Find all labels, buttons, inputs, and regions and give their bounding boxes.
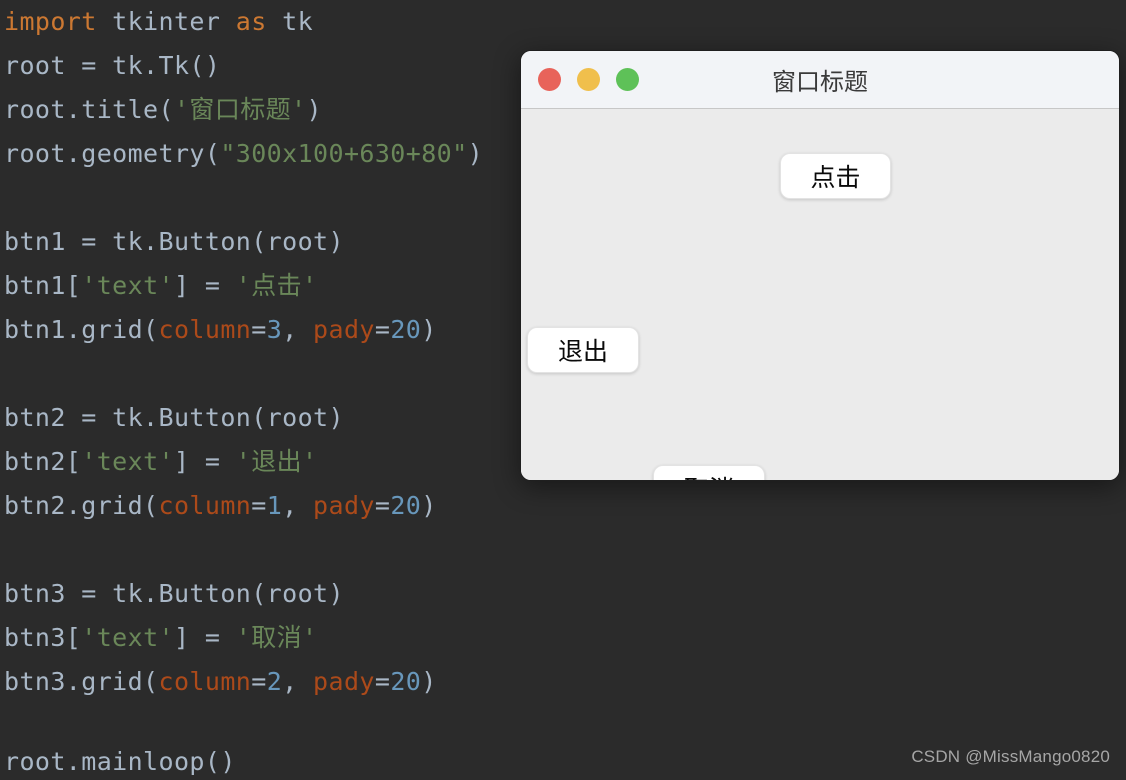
code-token: pady xyxy=(313,315,375,344)
code-token: btn2[ xyxy=(4,447,82,476)
code-token: ) xyxy=(306,95,322,124)
code-token: btn3 = tk.Button(root) xyxy=(4,579,344,608)
code-token: 3 xyxy=(266,315,283,344)
code-token: , xyxy=(282,491,314,520)
code-token: , xyxy=(282,315,314,344)
code-line: btn2['text'] = '退出' xyxy=(4,440,318,484)
code-line: btn1['text'] = '点击' xyxy=(4,264,318,308)
code-line: root.geometry("300x100+630+80") xyxy=(4,132,483,176)
code-token: root.title( xyxy=(4,95,174,124)
code-token: 1 xyxy=(266,491,283,520)
code-token: 'text' xyxy=(81,447,174,476)
code-token: '取消' xyxy=(235,623,318,652)
code-token: pady xyxy=(313,491,375,520)
click-button[interactable]: 点击 xyxy=(780,153,891,199)
minimize-button[interactable] xyxy=(577,68,600,91)
code-line: btn1 = tk.Button(root) xyxy=(4,220,344,264)
code-token: 20 xyxy=(390,491,422,520)
code-line: root.title('窗口标题') xyxy=(4,88,322,132)
code-line: btn2 = tk.Button(root) xyxy=(4,396,344,440)
code-line: btn2.grid(column=1, pady=20) xyxy=(4,484,437,528)
code-token: ] = xyxy=(173,623,236,652)
code-token: , xyxy=(282,667,314,696)
code-token: root = tk.Tk() xyxy=(4,51,221,80)
cancel-button[interactable]: 取消 xyxy=(653,465,765,480)
code-token: as xyxy=(235,7,267,36)
code-token: btn1[ xyxy=(4,271,82,300)
code-token: 20 xyxy=(390,315,422,344)
code-token: 'text' xyxy=(81,623,174,652)
traffic-light-group xyxy=(538,68,639,91)
code-token: '点击' xyxy=(235,271,318,300)
code-token: = xyxy=(251,491,267,520)
code-token: = xyxy=(374,491,391,520)
csdn-watermark: CSDN @MissMango0820 xyxy=(911,747,1110,766)
code-token: root.mainloop() xyxy=(4,747,236,776)
code-token: btn1.grid( xyxy=(4,315,159,344)
code-line: root.mainloop() xyxy=(4,740,236,780)
code-token: 20 xyxy=(390,667,422,696)
window-titlebar[interactable]: 窗口标题 xyxy=(521,51,1119,109)
exit-button[interactable]: 退出 xyxy=(527,327,639,373)
code-line: btn3['text'] = '取消' xyxy=(4,616,318,660)
code-token: tk xyxy=(266,7,314,36)
maximize-button[interactable] xyxy=(616,68,639,91)
code-token: '退出' xyxy=(235,447,318,476)
code-token: = xyxy=(374,315,391,344)
code-line: import tkinter as tk xyxy=(4,0,313,44)
code-line: root = tk.Tk() xyxy=(4,44,220,88)
window-body: 点击 退出 取消 xyxy=(521,109,1119,480)
code-token: ) xyxy=(421,315,437,344)
code-line: btn3 = tk.Button(root) xyxy=(4,572,344,616)
code-token: btn2 = tk.Button(root) xyxy=(4,403,344,432)
code-line: btn1.grid(column=3, pady=20) xyxy=(4,308,437,352)
code-token: import xyxy=(4,7,97,36)
code-token: root.geometry( xyxy=(4,139,221,168)
code-token: btn1 = tk.Button(root) xyxy=(4,227,344,256)
code-token: = xyxy=(374,667,391,696)
code-token: ] = xyxy=(173,447,236,476)
code-token: btn3.grid( xyxy=(4,667,159,696)
code-token: = xyxy=(251,315,267,344)
code-token: ) xyxy=(421,667,437,696)
code-token: ] = xyxy=(173,271,236,300)
code-token: 'text' xyxy=(81,271,174,300)
code-token: tkinter xyxy=(96,7,236,36)
code-token: '窗口标题' xyxy=(173,95,307,124)
code-token: = xyxy=(251,667,267,696)
code-token: column xyxy=(158,315,252,344)
close-button[interactable] xyxy=(538,68,561,91)
tkinter-window[interactable]: 窗口标题 点击 退出 取消 xyxy=(520,50,1120,481)
code-token: ) xyxy=(421,491,437,520)
code-token: "300x100+630+80" xyxy=(220,139,468,168)
code-token: 2 xyxy=(266,667,283,696)
code-token: btn3[ xyxy=(4,623,82,652)
code-token: column xyxy=(158,491,252,520)
code-token: btn2.grid( xyxy=(4,491,159,520)
code-token: ) xyxy=(467,139,484,168)
code-token: pady xyxy=(313,667,375,696)
code-token: column xyxy=(158,667,252,696)
code-line: btn3.grid(column=2, pady=20) xyxy=(4,660,437,704)
